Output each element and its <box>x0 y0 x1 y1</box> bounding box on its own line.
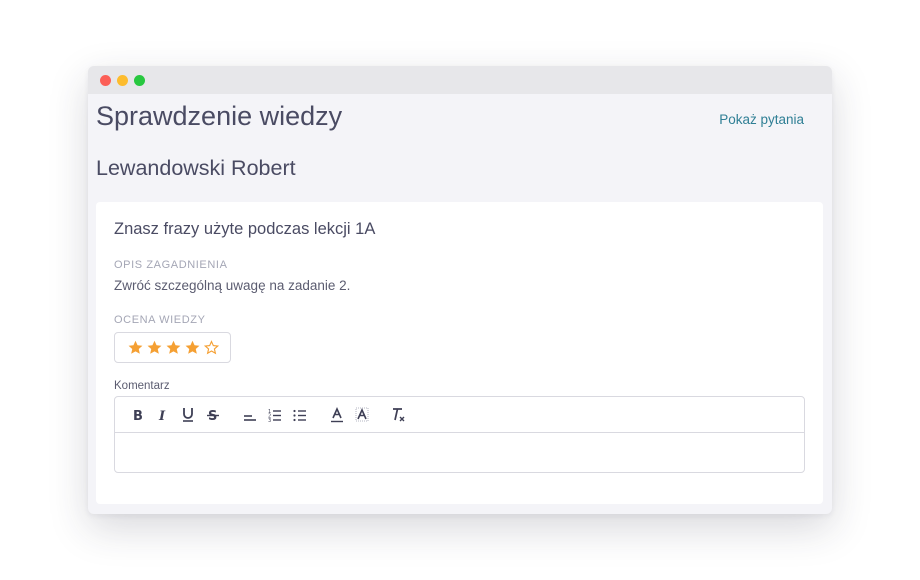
align-left-icon[interactable] <box>237 403 262 427</box>
assessment-card: Znasz frazy użyte podczas lekcji 1A OPIS… <box>96 202 823 504</box>
svg-text:I: I <box>158 409 166 422</box>
background-color-icon[interactable] <box>349 403 374 427</box>
student-name: Lewandowski Robert <box>96 156 296 180</box>
ordered-list-icon[interactable]: 123 <box>262 403 287 427</box>
comment-editor: B I S 123 <box>114 396 805 473</box>
strikethrough-icon[interactable]: S <box>200 403 225 427</box>
underline-icon[interactable] <box>175 403 200 427</box>
star-icon-4[interactable] <box>184 339 201 356</box>
close-window-button[interactable] <box>100 74 111 86</box>
star-rating[interactable] <box>114 332 231 363</box>
bullet-list-icon[interactable] <box>287 403 312 427</box>
comment-text-area[interactable] <box>115 433 804 472</box>
star-icon-2[interactable] <box>146 339 163 356</box>
grade-label: OCENA WIEDZY <box>114 314 206 326</box>
bold-icon[interactable]: B <box>125 403 150 427</box>
minimize-window-button[interactable] <box>117 74 128 86</box>
text-color-icon[interactable] <box>324 403 349 427</box>
maximize-window-button[interactable] <box>134 74 145 86</box>
comment-label: Komentarz <box>114 380 170 392</box>
star-icon-1[interactable] <box>127 339 144 356</box>
description-text: Zwróć szczególną uwagę na zadanie 2. <box>114 278 351 293</box>
page-title: Sprawdzenie wiedzy <box>96 101 343 131</box>
show-questions-link[interactable]: Pokaż pytania <box>719 112 804 127</box>
svg-text:B: B <box>133 409 143 422</box>
star-outline-icon-5[interactable] <box>203 339 220 356</box>
editor-toolbar: B I S 123 <box>115 397 804 433</box>
description-label: OPIS ZAGADNIENIA <box>114 259 228 271</box>
star-icon-3[interactable] <box>165 339 182 356</box>
window-titlebar <box>88 66 832 94</box>
italic-icon[interactable]: I <box>150 403 175 427</box>
clear-format-icon[interactable] <box>386 403 411 427</box>
app-window: Sprawdzenie wiedzy Pokaż pytania Lewando… <box>88 66 832 514</box>
svg-text:3: 3 <box>268 418 271 422</box>
topic-title: Znasz frazy użyte podczas lekcji 1A <box>114 220 376 238</box>
